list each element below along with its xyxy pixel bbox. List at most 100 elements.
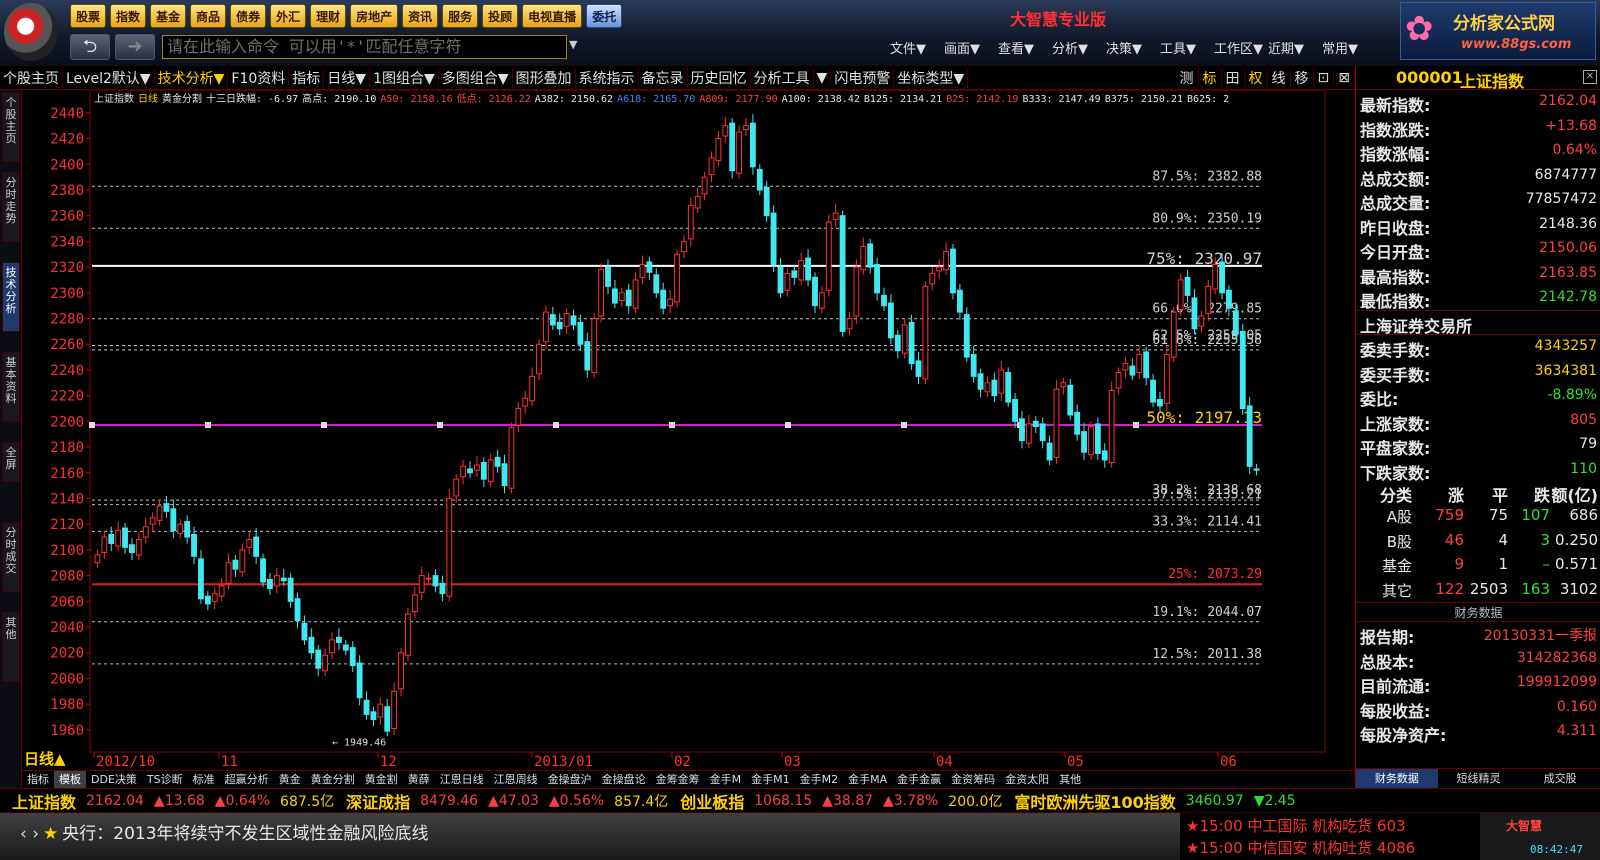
chart-tab[interactable]: 指标 bbox=[289, 67, 325, 88]
chart-tab[interactable]: 历史回忆 bbox=[688, 67, 751, 88]
indicator-tab[interactable]: 金筹金筹 bbox=[651, 771, 705, 789]
command-input[interactable]: 请在此输入命令 可以用'*'匹配任意字符 bbox=[162, 35, 567, 59]
ticker-name[interactable]: 创业板指 bbox=[680, 789, 744, 813]
chart-tab[interactable]: 个股主页 bbox=[0, 67, 63, 88]
tool-icon[interactable]: 田 bbox=[1222, 67, 1245, 88]
close-icon[interactable]: ✕ bbox=[1583, 70, 1597, 84]
quote-bottom-tab[interactable]: 成交股 bbox=[1519, 769, 1600, 788]
indicator-tab[interactable]: 金手M2 bbox=[795, 771, 844, 789]
nav-button[interactable]: 服务 bbox=[442, 4, 479, 28]
news-bar[interactable]: ‹ › ★ 央行：2013年将续守不发生区域性金融风险底线 bbox=[0, 813, 1180, 860]
indicator-tab[interactable]: 江恩周线 bbox=[489, 771, 543, 789]
back-button[interactable]: ⮌ bbox=[70, 34, 110, 60]
ticker-name[interactable]: 上证指数 bbox=[12, 789, 76, 813]
indicator-tab[interactable]: TS诊断 bbox=[142, 771, 188, 789]
indicator-tab[interactable]: 模板 bbox=[54, 771, 86, 789]
sidebar-tab[interactable]: 分时走势 bbox=[2, 172, 20, 242]
nav-button[interactable]: 房地产 bbox=[350, 4, 399, 28]
sidebar-tab[interactable]: 技术分析 bbox=[2, 262, 20, 332]
indicator-tab[interactable]: 指标 bbox=[22, 771, 54, 789]
indicator-tab[interactable]: 江恩日线 bbox=[435, 771, 489, 789]
indicator-tab[interactable]: 黄薛 bbox=[403, 771, 435, 789]
quote-bottom-tab[interactable]: 短线精灵 bbox=[1438, 769, 1520, 788]
nav-button[interactable]: 委托 bbox=[586, 4, 623, 28]
quote-bottom-tab[interactable]: 财务数据 bbox=[1356, 769, 1438, 788]
menu-item[interactable]: 常用▼ bbox=[1322, 38, 1376, 57]
sidebar-tab[interactable]: 基本资料 bbox=[2, 352, 20, 422]
menu-item[interactable]: 工具▼ bbox=[1160, 38, 1214, 57]
sidebar-tab[interactable]: 分时成交 bbox=[2, 522, 20, 592]
sidebar-tab[interactable]: 个股主页 bbox=[2, 92, 20, 162]
sidebar-tab[interactable]: 其他 bbox=[2, 612, 20, 682]
forward-button[interactable]: ➜ bbox=[115, 34, 155, 60]
tool-icon[interactable]: 标 bbox=[1199, 67, 1222, 88]
tool-icon[interactable]: ⊡ bbox=[1314, 69, 1335, 86]
ticker-name[interactable]: 深证成指 bbox=[346, 789, 410, 813]
nav-button[interactable]: 债券 bbox=[230, 4, 267, 28]
tool-icon[interactable]: 线 bbox=[1268, 67, 1291, 88]
ticker-name[interactable]: 富时欧洲先驱100指数 bbox=[1014, 789, 1175, 813]
menu-item[interactable]: 文件▼ bbox=[890, 38, 944, 57]
chart-tab[interactable]: 系统指示 bbox=[576, 67, 639, 88]
tool-icon[interactable]: 测 bbox=[1176, 67, 1199, 88]
scroll-arrows-icon[interactable]: ‹ › bbox=[20, 824, 39, 844]
chevron-down-icon[interactable]: ▼ bbox=[569, 38, 577, 51]
chart-tab[interactable]: 分析工具 bbox=[751, 67, 814, 88]
indicator-tab[interactable]: 金操盘论 bbox=[597, 771, 651, 789]
tool-icon[interactable]: ⊠ bbox=[1334, 69, 1355, 86]
indicator-tab[interactable]: 金手金赢 bbox=[892, 771, 946, 789]
nav-button[interactable]: 商品 bbox=[190, 4, 227, 28]
sidebar-tab[interactable]: 全屏 bbox=[2, 442, 20, 482]
chart-tab[interactable]: 1图组合▼ bbox=[370, 67, 439, 88]
news-item[interactable]: ‹ › ★ 央行：2013年将续守不发生区域性金融风险底线 bbox=[20, 819, 429, 844]
menu-item[interactable]: 工作区▼ bbox=[1214, 38, 1268, 57]
candle-body bbox=[260, 558, 266, 583]
tool-icon[interactable]: 权 bbox=[1245, 67, 1268, 88]
indicator-tab[interactable]: 其他 bbox=[1054, 771, 1086, 789]
period-label[interactable]: 日线▲ bbox=[24, 748, 66, 769]
chart-tab[interactable]: 图形叠加 bbox=[513, 67, 576, 88]
chart-header-a100: A100: 2138.42 bbox=[781, 94, 860, 105]
chart-tab[interactable]: 日线▼ bbox=[324, 67, 371, 88]
nav-button[interactable]: 基金 bbox=[150, 4, 187, 28]
alert-item[interactable]: ★15:00 中信国安 机构吐货 4086 bbox=[1186, 837, 1415, 858]
menu-item[interactable]: 近期▼ bbox=[1268, 38, 1322, 57]
menu-item[interactable]: 画面▼ bbox=[944, 38, 998, 57]
nav-button[interactable]: 电视直播 bbox=[522, 4, 583, 28]
chart-canvas[interactable]: 1960 1980 2000 2020 2040 2060 2080 2100 2120 2140… bbox=[22, 90, 1355, 770]
alert-item[interactable]: ★15:00 中工国际 机构吃货 603 bbox=[1186, 815, 1406, 836]
indicator-tab[interactable]: 黄金割 bbox=[360, 771, 403, 789]
indicator-tab[interactable]: 金手M bbox=[705, 771, 747, 789]
menu-item[interactable]: 决策▼ bbox=[1106, 38, 1160, 57]
indicator-tab[interactable]: 金资筹码 bbox=[946, 771, 1000, 789]
fib-label: 37.5%: 2135.21 bbox=[1152, 488, 1262, 503]
chart-tab[interactable]: F10资料 bbox=[228, 67, 290, 88]
indicator-tab[interactable]: 金资太阳 bbox=[1000, 771, 1054, 789]
indicator-tab[interactable]: 金操盘沪 bbox=[543, 771, 597, 789]
menu-item[interactable]: 查看▼ bbox=[998, 38, 1052, 57]
chart-tab[interactable]: 闪电预警 bbox=[831, 67, 895, 88]
kline-chart[interactable]: 1960 1980 2000 2020 2040 2060 2080 2100 2120 2140… bbox=[22, 90, 1355, 770]
indicator-tab[interactable]: 超赢分析 bbox=[220, 771, 274, 789]
indicator-tab[interactable]: DDE决策 bbox=[86, 771, 142, 789]
indicator-tab[interactable]: 标准 bbox=[188, 771, 220, 789]
nav-button[interactable]: 资讯 bbox=[402, 4, 439, 28]
nav-button[interactable]: 股票 bbox=[70, 4, 107, 28]
nav-button[interactable]: 理财 bbox=[310, 4, 347, 28]
nav-button[interactable]: 指数 bbox=[110, 4, 147, 28]
chart-tab[interactable]: 备忘录 bbox=[639, 67, 688, 88]
chart-tab[interactable]: 多图组合▼ bbox=[439, 67, 513, 88]
indicator-tab[interactable]: 黄金 bbox=[274, 771, 306, 789]
chart-tab[interactable]: ▼ bbox=[814, 69, 832, 86]
chart-tab[interactable]: 坐标类型▼ bbox=[894, 67, 969, 88]
nav-button[interactable]: 外汇 bbox=[270, 4, 307, 28]
menu-item[interactable]: 分析▼ bbox=[1052, 38, 1106, 57]
chart-tab[interactable]: Level2默认▼ bbox=[63, 67, 155, 88]
indicator-tab[interactable]: 金手M1 bbox=[746, 771, 795, 789]
indicator-tab[interactable]: 黄金分割 bbox=[306, 771, 360, 789]
brand-banner[interactable]: ✿ 分析家公式网 www.88gs.com bbox=[1400, 2, 1596, 60]
chart-tab[interactable]: 技术分析▼ bbox=[155, 67, 229, 88]
indicator-tab[interactable]: 金手MA bbox=[843, 771, 892, 789]
nav-button[interactable]: 投顾 bbox=[482, 4, 519, 28]
tool-icon[interactable]: 移 bbox=[1291, 67, 1314, 88]
